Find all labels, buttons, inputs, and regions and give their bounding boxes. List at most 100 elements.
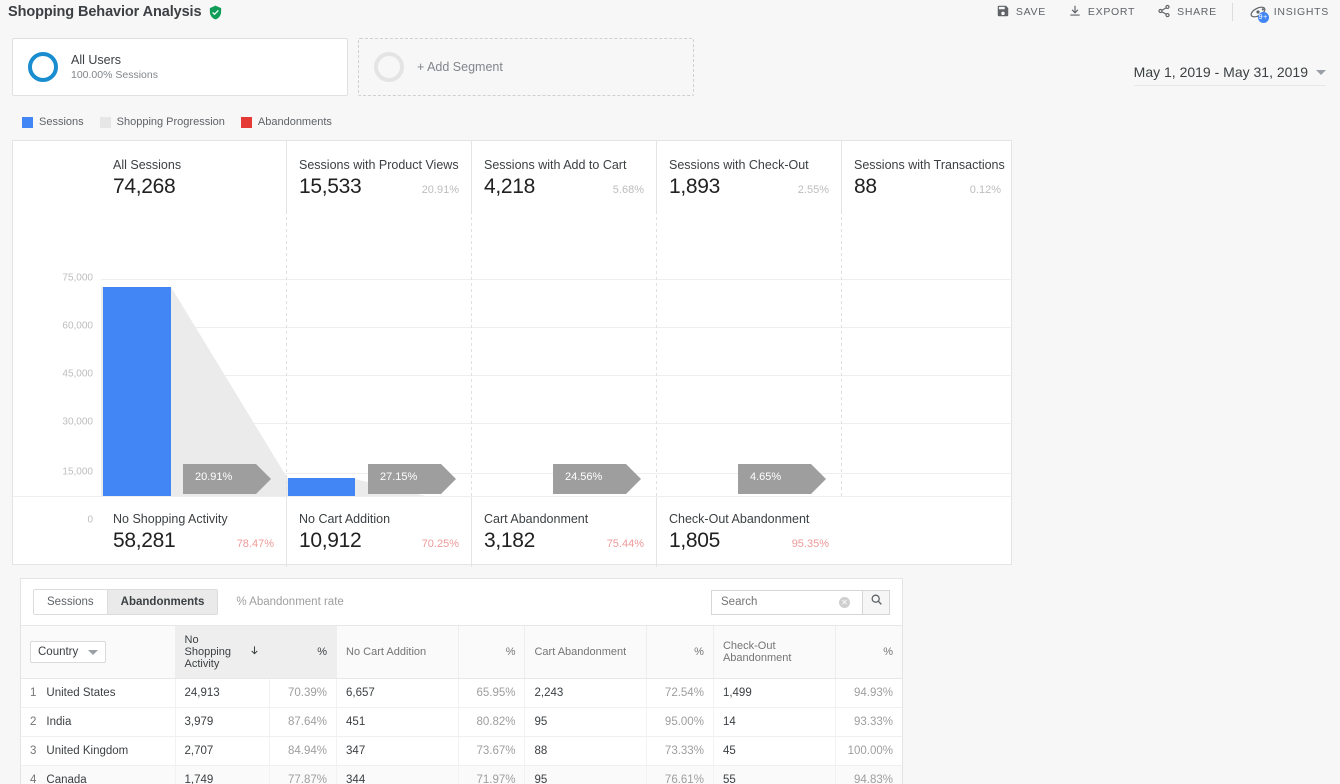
legend-chip-abandonments (240, 116, 252, 128)
funnel-column-check-out[interactable]: Sessions with Check-Out 1,893 2.55% (656, 141, 841, 211)
bar-all-sessions (103, 287, 171, 496)
abandonment-check-out-abandonment[interactable]: Check-Out Abandonment 1,805 95.35% (656, 497, 841, 567)
column-header-check-out-abandonment-pct[interactable]: % (834, 625, 902, 679)
column-header-country[interactable]: Country (21, 625, 175, 679)
row-index: 1 (30, 687, 37, 699)
abandonment-no-shopping-activity[interactable]: No Shopping Activity 58,281 78.47% (101, 497, 286, 567)
column-header-cart-abandonment[interactable]: Cart Abandonment (524, 625, 647, 679)
cell-no-shopping-activity: 24,913 (174, 678, 270, 708)
add-segment-button[interactable]: + Add Segment (358, 38, 694, 96)
cell-check-out-abandonment: 45 (712, 736, 836, 766)
transition-pct-1: 20.91% (195, 471, 233, 483)
country-name[interactable]: United States (46, 687, 115, 699)
abandonment-value: 1,805 (669, 529, 721, 552)
export-button[interactable]: EXPORT (1057, 0, 1146, 24)
clear-search-icon[interactable]: ✕ (839, 596, 850, 608)
legend-label: Shopping Progression (116, 116, 225, 128)
row-index: 4 (30, 774, 37, 784)
column-header-no-shopping-activity[interactable]: No Shopping Activity (174, 625, 270, 679)
legend-item-sessions: Sessions (22, 116, 84, 128)
insights-button[interactable]: 9+ INSIGHTS (1237, 0, 1340, 24)
cell-no-cart-addition: 344 (336, 765, 459, 784)
funnel-column-transactions[interactable]: Sessions with Transactions 88 0.12% (841, 141, 1013, 211)
shopping-behavior-report: Shopping Behavior Analysis SAVE EXPORT S… (0, 0, 1340, 784)
table-row[interactable]: 1 United States 24,913 70.39% 6,657 65.9… (21, 678, 902, 708)
cell-no-shopping-activity: 3,979 (174, 707, 270, 737)
share-nodes-icon (1157, 4, 1171, 21)
country-cell: 2 India (21, 707, 175, 737)
funnel-column-value: 88 (854, 175, 877, 198)
funnel-column-pct: 0.12% (969, 184, 1001, 196)
table-row[interactable]: 4 Canada 1,749 77.87% 344 71.97% 95 76.6… (21, 765, 902, 784)
segment-all-users[interactable]: All Users 100.00% Sessions (12, 38, 348, 96)
cell-check-out-abandonment: 1,499 (712, 678, 836, 708)
cell-no-shopping-activity-pct: 77.87% (269, 765, 337, 784)
share-label: SHARE (1177, 6, 1217, 18)
column-header-no-cart-addition[interactable]: No Cart Addition (336, 625, 459, 679)
country-cell: 3 United Kingdom (21, 736, 175, 766)
legend-label: Sessions (39, 116, 84, 128)
segment-subtitle: 100.00% Sessions (71, 68, 158, 81)
share-button[interactable]: SHARE (1146, 0, 1228, 24)
legend-chip-sessions (22, 116, 33, 128)
behavior-table: Country No Shopping Activity % No Cart A… (21, 625, 902, 784)
cell-no-shopping-activity-pct: 84.94% (269, 736, 337, 766)
cell-check-out-abandonment: 55 (712, 765, 836, 784)
abandonment-pct: 70.25% (421, 538, 459, 550)
transition-pct-4: 4.65% (750, 471, 782, 483)
search-input[interactable] (721, 596, 839, 608)
cell-check-out-abandonment-pct: 93.33% (834, 707, 902, 737)
country-name[interactable]: India (46, 716, 71, 728)
download-icon (1068, 4, 1082, 21)
abandonment-strip: No Shopping Activity 58,281 78.47% No Ca… (13, 496, 1013, 567)
cell-cart-abandonment-pct: 76.61% (646, 765, 714, 784)
chevron-down-icon (1316, 69, 1326, 75)
country-dimension-select[interactable]: Country (30, 641, 107, 663)
report-toolbar: SAVE EXPORT SHARE 9+ INSIGHTS (985, 0, 1340, 24)
funnel-column-value: 1,893 (669, 175, 721, 198)
cell-cart-abandonment-pct: 73.33% (646, 736, 714, 766)
tab-sessions[interactable]: Sessions (34, 590, 108, 614)
abandonment-pct: 78.47% (236, 538, 274, 550)
cell-no-cart-addition-pct: 80.82% (457, 707, 525, 737)
funnel-column-pct: 5.68% (612, 184, 644, 196)
column-header-check-out-abandonment[interactable]: Check-Out Abandonment (712, 625, 836, 679)
insights-label: INSIGHTS (1273, 6, 1329, 18)
date-range-label: May 1, 2019 - May 31, 2019 (1133, 64, 1308, 80)
insights-badge: 9+ (1257, 12, 1269, 23)
column-header-no-shopping-activity-pct[interactable]: % (269, 625, 337, 679)
legend-chip-progression (99, 116, 111, 128)
abandonment-label: Cart Abandonment (484, 512, 589, 526)
save-button[interactable]: SAVE (985, 0, 1057, 24)
sort-descending-icon (249, 644, 260, 660)
cell-no-shopping-activity: 2,707 (174, 736, 270, 766)
funnel-column-product-views[interactable]: Sessions with Product Views 15,533 20.91… (286, 141, 471, 211)
country-label: Country (38, 646, 79, 658)
date-range-picker[interactable]: May 1, 2019 - May 31, 2019 (1133, 64, 1326, 86)
funnel-column-pct: 2.55% (797, 184, 829, 196)
column-header-no-cart-addition-pct[interactable]: % (457, 625, 525, 679)
abandonment-value: 3,182 (484, 529, 536, 552)
column-header-cart-abandonment-pct[interactable]: % (646, 625, 714, 679)
abandonment-cart-abandonment[interactable]: Cart Abandonment 3,182 75.44% (471, 497, 656, 567)
funnel-panel: All Sessions 74,268 Sessions with Produc… (12, 140, 1013, 567)
country-name[interactable]: Canada (46, 774, 86, 784)
segment-name: All Users (71, 52, 122, 67)
row-index: 2 (30, 716, 37, 728)
toolbar-divider (1231, 3, 1233, 21)
table-row[interactable]: 2 India 3,979 87.64% 451 80.82% 95 95.00… (21, 707, 902, 737)
row-index: 3 (30, 745, 37, 757)
country-cell: 4 Canada (21, 765, 175, 784)
table-search: ✕ (711, 589, 890, 615)
tab-abandonments[interactable]: Abandonments (107, 590, 218, 614)
funnel-column-all-sessions[interactable]: All Sessions 74,268 (101, 141, 286, 211)
abandonment-no-cart-addition[interactable]: No Cart Addition 10,912 70.25% (286, 497, 471, 567)
search-button[interactable] (862, 589, 890, 615)
funnel-column-add-to-cart[interactable]: Sessions with Add to Cart 4,218 5.68% (471, 141, 656, 211)
save-disk-icon (996, 4, 1010, 21)
table-row[interactable]: 3 United Kingdom 2,707 84.94% 347 73.67%… (21, 736, 902, 766)
search-field[interactable]: ✕ (711, 589, 862, 615)
funnel-column-value: 15,533 (299, 175, 362, 198)
country-name[interactable]: United Kingdom (46, 745, 128, 757)
data-table-panel: Sessions Abandonments % Abandonment rate… (20, 578, 903, 784)
